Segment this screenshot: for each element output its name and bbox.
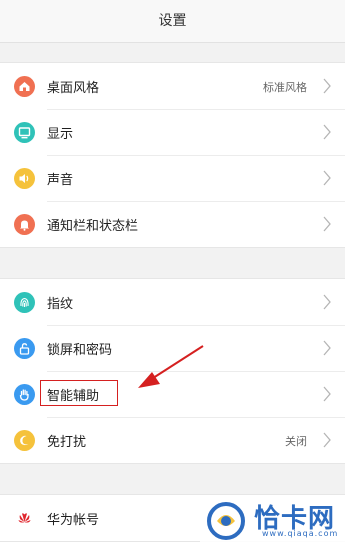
- settings-item-value: 关闭: [285, 435, 307, 448]
- home-icon: [14, 76, 35, 97]
- title-bar: 设置: [0, 0, 345, 43]
- settings-item-desktop-style[interactable]: 桌面风格 标准风格: [0, 63, 345, 109]
- highlight-box: [40, 380, 118, 406]
- settings-item-sound[interactable]: 声音: [0, 155, 345, 201]
- settings-item-lockscreen-password[interactable]: 锁屏和密码: [0, 325, 345, 371]
- chevron-right-icon: [322, 124, 332, 140]
- chevron-right-icon: [322, 294, 332, 310]
- watermark-url: www.qiaqa.com: [262, 529, 339, 538]
- settings-item-label: 锁屏和密码: [47, 343, 113, 358]
- lock-icon: [14, 338, 35, 359]
- settings-item-label: 显示: [47, 127, 74, 142]
- settings-item-label: 通知栏和状态栏: [47, 219, 139, 234]
- chevron-right-icon: [322, 78, 332, 94]
- settings-item-display[interactable]: 显示: [0, 109, 345, 155]
- settings-item-label: 免打扰: [47, 435, 87, 450]
- settings-item-label: 桌面风格: [47, 81, 100, 96]
- settings-item-do-not-disturb[interactable]: 免打扰 关闭: [0, 417, 345, 463]
- chevron-right-icon: [322, 170, 332, 186]
- settings-item-notification-status-bar[interactable]: 通知栏和状态栏: [0, 201, 345, 247]
- fingerprint-icon: [14, 292, 35, 313]
- settings-group-security: 指纹 锁屏和密码 智能辅助 免打扰 关闭: [0, 278, 345, 464]
- hand-icon: [14, 384, 35, 405]
- chevron-right-icon: [322, 216, 332, 232]
- page-title: 设置: [158, 13, 187, 29]
- display-icon: [14, 122, 35, 143]
- moon-icon: [14, 430, 35, 451]
- settings-item-label: 华为帐号: [47, 513, 100, 528]
- chevron-right-icon: [322, 432, 332, 448]
- speaker-icon: [14, 168, 35, 189]
- watermark-logo-icon: [207, 502, 245, 540]
- settings-item-label: 指纹: [47, 297, 74, 312]
- huawei-logo-icon: [14, 508, 35, 529]
- chevron-right-icon: [322, 386, 332, 402]
- watermark: 恰卡网 www.qiaqa.com: [200, 498, 345, 542]
- chevron-right-icon: [322, 340, 332, 356]
- settings-group-personalization: 桌面风格 标准风格 显示 声音 通知栏和状态栏: [0, 62, 345, 248]
- bell-icon: [14, 214, 35, 235]
- settings-item-label: 声音: [47, 173, 74, 188]
- settings-item-value: 标准风格: [263, 81, 307, 94]
- settings-item-fingerprint[interactable]: 指纹: [0, 279, 345, 325]
